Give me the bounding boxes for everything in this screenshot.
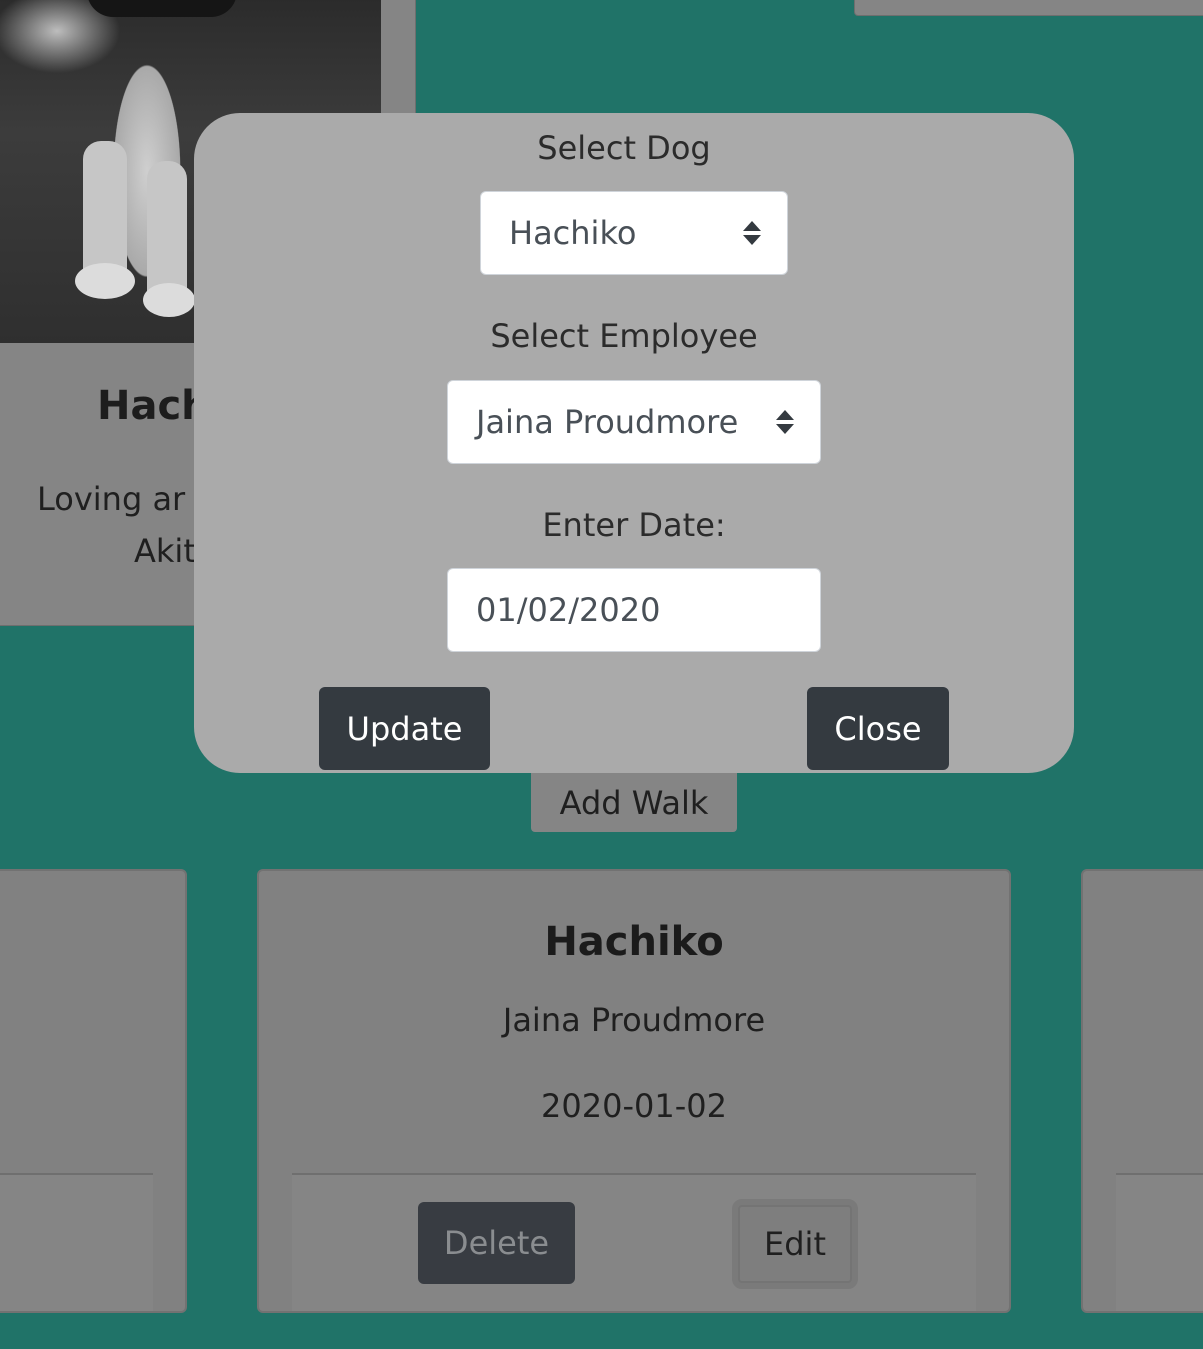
walk-card-footer [0, 1173, 153, 1311]
select-arrows-icon [743, 221, 761, 245]
select-employee-label: Select Employee [490, 317, 758, 355]
top-right-card [854, 0, 1203, 16]
update-button[interactable]: Update [319, 687, 490, 770]
close-button[interactable]: Close [807, 687, 949, 770]
dog-select[interactable]: Hachiko [480, 191, 788, 275]
edit-walk-modal: Select Dog Hachiko Select Employee Jaina… [194, 113, 1074, 773]
walk-card: Hachiko Jaina Proudmore 2020-01-02 Delet… [257, 869, 1011, 1313]
walk-dog-name: Hachiko [544, 919, 724, 965]
date-input[interactable]: 01/02/2020 [447, 568, 821, 652]
walk-card-right [1081, 869, 1203, 1313]
walk-card-left [0, 869, 187, 1313]
select-arrows-icon [776, 410, 794, 434]
walk-date: 2020-01-02 [541, 1087, 727, 1125]
edit-button[interactable]: Edit [732, 1199, 858, 1289]
walk-employee-name: Jaina Proudmore [502, 1001, 766, 1039]
walk-card-footer [1116, 1173, 1203, 1311]
employee-select[interactable]: Jaina Proudmore [447, 380, 821, 464]
employee-select-value: Jaina Proudmore [476, 403, 739, 441]
enter-date-label: Enter Date: [542, 506, 726, 544]
dog-card-name: Hach [97, 383, 210, 429]
walk-card-footer: Delete Edit [292, 1173, 976, 1311]
select-dog-label: Select Dog [537, 129, 711, 167]
date-input-value: 01/02/2020 [476, 591, 661, 629]
dog-select-value: Hachiko [509, 214, 637, 252]
delete-button[interactable]: Delete [418, 1202, 575, 1284]
